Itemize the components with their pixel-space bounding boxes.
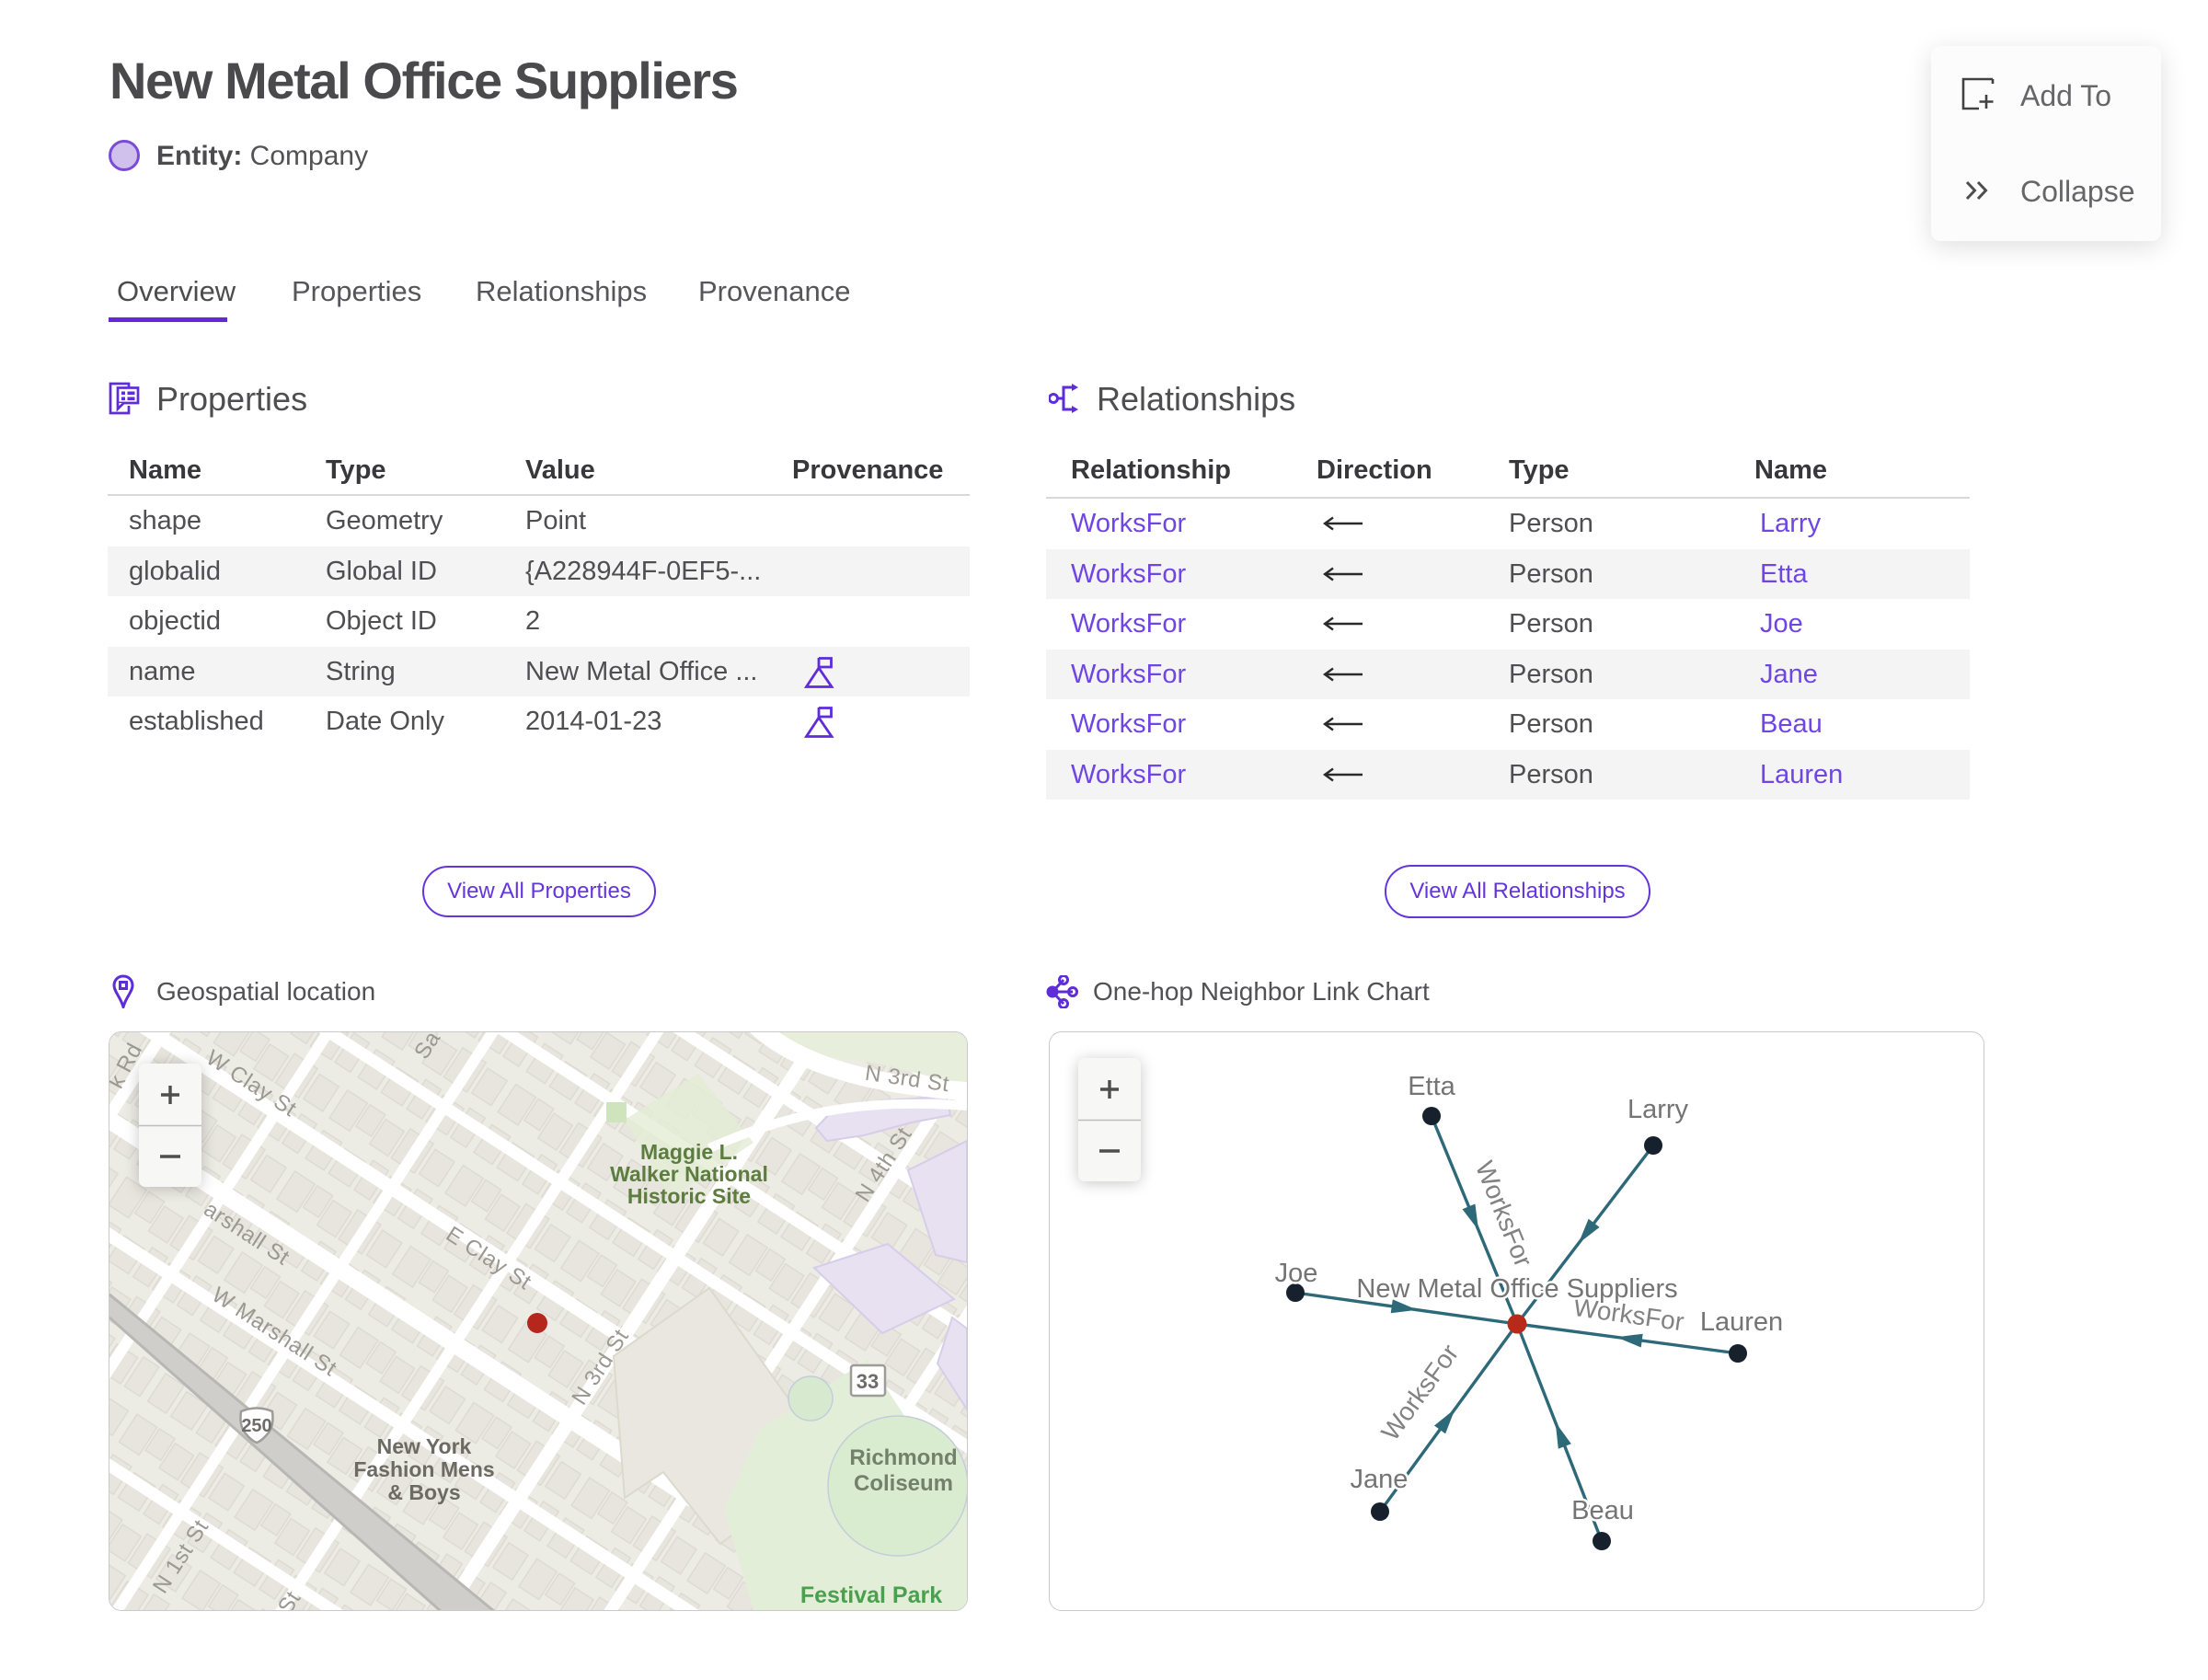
svg-text:Maggie L.: Maggie L.	[640, 1140, 738, 1164]
svg-text:& Boys: & Boys	[387, 1480, 460, 1504]
svg-text:Larry: Larry	[1627, 1095, 1689, 1124]
svg-text:Coliseum: Coliseum	[854, 1471, 953, 1496]
svg-text:Festival Park: Festival Park	[800, 1582, 942, 1608]
svg-text:Lauren: Lauren	[1700, 1307, 1783, 1337]
svg-text:Etta: Etta	[1408, 1072, 1455, 1101]
svg-text:Historic Site: Historic Site	[627, 1184, 751, 1208]
svg-text:WorksFor: WorksFor	[1375, 1339, 1464, 1445]
svg-text:Jane: Jane	[1351, 1465, 1409, 1494]
svg-text:250: 250	[241, 1416, 271, 1436]
svg-text:WorksFor: WorksFor	[1470, 1157, 1538, 1272]
svg-text:Fashion Mens: Fashion Mens	[353, 1457, 494, 1481]
svg-text:Joe: Joe	[1275, 1259, 1318, 1288]
svg-text:New Metal Office Suppliers: New Metal Office Suppliers	[1356, 1274, 1677, 1304]
svg-text:33: 33	[857, 1370, 879, 1393]
svg-text:Richmond: Richmond	[849, 1445, 957, 1470]
svg-text:New York: New York	[377, 1434, 472, 1458]
svg-text:Beau: Beau	[1571, 1496, 1634, 1525]
svg-text:Walker National: Walker National	[610, 1162, 768, 1186]
